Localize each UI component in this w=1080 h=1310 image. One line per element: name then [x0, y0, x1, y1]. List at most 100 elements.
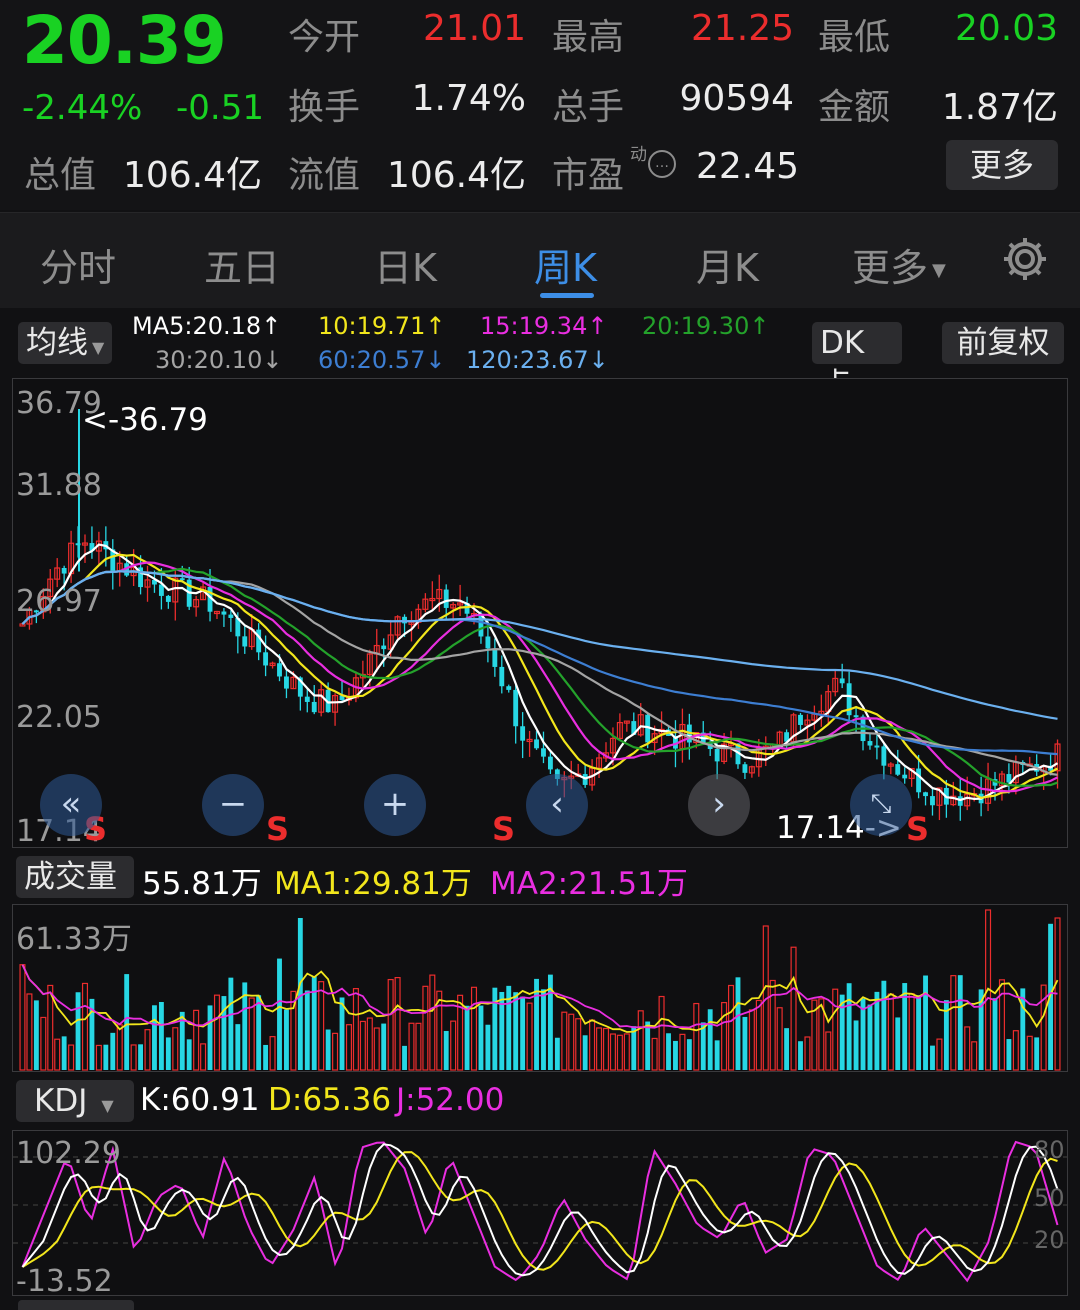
dk-point-button[interactable]: DK点◢ [812, 322, 902, 403]
volume-bar-up [68, 1044, 75, 1071]
settings-gear-icon[interactable] [1000, 234, 1050, 284]
chevron-left-icon[interactable]: ‹ [526, 774, 588, 836]
volume-chart-panel[interactable] [12, 904, 1068, 1072]
kdj-level-label: 50 [1034, 1184, 1065, 1212]
candle-down [485, 636, 491, 649]
kdj-j-value: J:52.00 [396, 1082, 505, 1118]
volume-bar-down [478, 1005, 484, 1070]
tab-more-label: 更多 [852, 246, 929, 290]
volume-bar-up [47, 984, 54, 1071]
volume-bar-down [853, 1020, 859, 1070]
change-percent: -2.44% [22, 88, 143, 128]
volume-chart[interactable] [13, 905, 1067, 1071]
candle-down [867, 741, 873, 746]
kdj-level-label: 20 [1034, 1226, 1065, 1254]
info-icon[interactable]: … [648, 150, 676, 178]
volume-bar-down [263, 1044, 269, 1070]
volume-bar-down [1006, 1039, 1012, 1070]
volume-bar-up [130, 1044, 137, 1071]
tab-weekly-k[interactable]: 周K [534, 237, 597, 292]
volume-bar-down [492, 987, 498, 1070]
tab-more[interactable]: 更多 ▼ [852, 237, 946, 292]
volume-bar-up [345, 1024, 352, 1071]
volume-current: 55.81万 [142, 866, 262, 902]
ma60-value: 60:20.57↓ [318, 346, 446, 374]
volume-bar-down [554, 1037, 560, 1070]
ma15-value: 15:19.34↑ [480, 312, 608, 340]
volume-bar-up [568, 1013, 575, 1071]
volume-bar-down [284, 1009, 289, 1070]
volume-bar-down [1034, 1037, 1040, 1070]
candle-down [499, 666, 505, 687]
ma5-value: MA5:20.18↑ [132, 312, 282, 340]
adjust-button[interactable]: 前复权 [942, 322, 1064, 364]
tab-intraday[interactable]: 分时 [40, 237, 116, 292]
volume-bar-down [186, 1039, 192, 1070]
volume-label: 总手 [552, 87, 625, 128]
tab-monthly-k[interactable]: 月K [696, 237, 759, 292]
volume-indicator-dropdown[interactable]: 成交量▼ [16, 856, 134, 933]
volume-bar-up [936, 1038, 943, 1071]
volume-bar-up [971, 1041, 978, 1071]
kdj-chart[interactable] [13, 1131, 1067, 1295]
kdj-indicator-dropdown[interactable]: KDJ ▼ [16, 1080, 134, 1122]
candle-down [228, 614, 234, 618]
volume-bar-up [748, 1009, 755, 1071]
kdj-d-value: D:65.36 [268, 1082, 392, 1118]
volume-bar-down [957, 975, 963, 1070]
volume-bar-up [964, 1026, 971, 1071]
kdj-line [21, 1140, 1059, 1283]
volume-bar-down [402, 1045, 407, 1070]
chevron-right-icon[interactable]: › [688, 774, 750, 836]
candle-down [304, 696, 310, 702]
volume-bar-up [1012, 1030, 1019, 1071]
next-indicator-tab[interactable] [18, 1300, 134, 1310]
volume-bar-down [75, 992, 81, 1070]
ma20-value: 20:19.30↑ [642, 312, 770, 340]
volume-bar-down [798, 1041, 803, 1070]
volume-bar-up [832, 988, 839, 1071]
market-cap-value: 106.4亿 [122, 155, 262, 196]
volume-bar-down [103, 1044, 109, 1070]
tab-five-day[interactable]: 五日 [204, 237, 280, 292]
volume-dropdown-label: 成交量 [24, 859, 117, 895]
volume-bar-up [200, 1043, 207, 1071]
volume-bar-down [686, 1039, 692, 1070]
zoom-out-icon[interactable]: − [202, 774, 264, 836]
indicator-dropdown[interactable]: 均线 ▼ [18, 322, 113, 364]
volume-bar-up [790, 946, 797, 1071]
volume-bar-up [248, 997, 255, 1071]
candle-down [902, 774, 908, 779]
volume-bar-down [339, 997, 345, 1070]
volume-bar-up [470, 986, 478, 1071]
volume-bar-up [40, 1016, 47, 1071]
period-tabs: 分时 五日 日K 周K 月K 更多 ▼ [0, 212, 1080, 308]
kline-y-label: 26.97 [16, 584, 102, 619]
volume-bar-down [916, 995, 922, 1070]
candle-down [895, 764, 901, 775]
kline-chart[interactable] [13, 379, 1067, 847]
fullscreen-icon[interactable]: ⤡ [850, 774, 912, 836]
volume-bar-down [138, 1044, 143, 1070]
kdj-y-label: -13.52 [16, 1264, 113, 1299]
zoom-in-icon[interactable]: + [364, 774, 426, 836]
candle-down [916, 768, 922, 793]
kline-y-label: 31.88 [16, 468, 102, 503]
volume-bar-down [165, 1037, 171, 1070]
amount-label: 金额 [818, 87, 891, 128]
volume-bar-down [221, 996, 227, 1070]
more-quote-button[interactable]: 更多 [946, 140, 1058, 190]
volume-bar-down [867, 1004, 873, 1070]
double-left-icon[interactable]: « [40, 774, 102, 836]
active-tab-indicator [540, 293, 594, 298]
volume-bar-up [825, 1031, 832, 1071]
volume-bar-up [422, 985, 429, 1071]
caret-down-icon: ▼ [932, 260, 946, 281]
low-value: 20.03 [954, 8, 1058, 49]
tab-daily-k[interactable]: 日K [374, 237, 437, 292]
volume-bar-down [464, 1005, 470, 1070]
volume-bar-up [721, 1001, 728, 1071]
volume-bar-up [804, 1036, 811, 1071]
candle-down [853, 715, 859, 718]
kdj-chart-panel[interactable] [12, 1130, 1068, 1296]
